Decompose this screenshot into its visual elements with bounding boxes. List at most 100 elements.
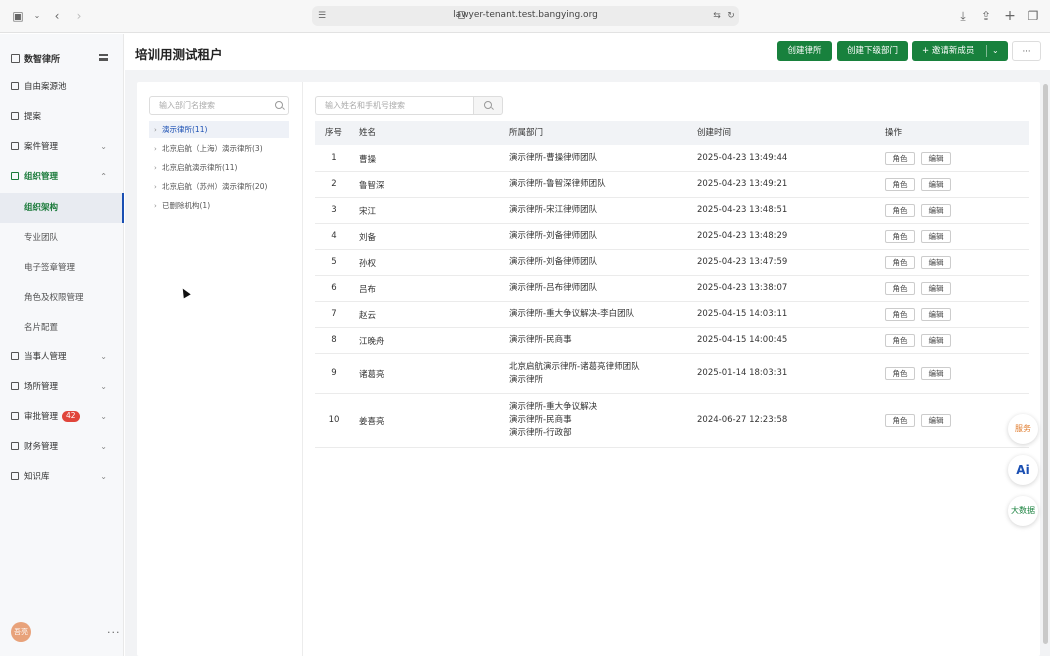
tree-item-shanghai[interactable]: › 北京启航（上海）演示律所(3) [149,140,289,157]
edit-button[interactable]: 编辑 [921,282,951,295]
col-header-index: 序号 [325,128,343,138]
sidebar-item-approval[interactable]: 审批管理 42 ⌄ [0,403,123,431]
role-button[interactable]: 角色 [885,334,915,347]
department-line: 北京启航演示律所-诸葛亮律师团队 [509,362,640,372]
col-header-name[interactable]: 姓名 [359,121,376,145]
big-data-float-button[interactable]: 大数据 [1008,496,1038,526]
chevron-right-icon[interactable]: › [154,198,162,215]
address-bar[interactable]: ☰ lawyer-tenant.test.bangying.org ⇆ ↻ [312,6,739,26]
sidebar-item-label: 财务管理 [24,442,59,452]
forward-icon[interactable]: › [72,9,86,23]
cases-icon [11,142,19,150]
edit-button[interactable]: 编辑 [921,204,951,217]
chevron-right-icon[interactable]: › [154,160,162,177]
edit-button[interactable]: 编辑 [921,256,951,269]
divider [302,82,303,656]
role-button[interactable]: 角色 [885,414,915,427]
role-button[interactable]: 角色 [885,367,915,380]
col-header-created[interactable]: 创建时间 [697,121,731,145]
role-button[interactable]: 角色 [885,152,915,165]
ai-float-button[interactable]: Ai [1008,455,1038,485]
edit-button[interactable]: 编辑 [921,334,951,347]
sidebar-subitem-roles[interactable]: 角色及权限管理 [0,283,124,313]
row-created-time: 2025-04-23 13:47:59 [697,257,788,267]
home-icon [11,54,20,63]
role-button[interactable]: 角色 [885,256,915,269]
table-row: 1 曹操 演示律所-曹操律师团队 2025-04-23 13:49:44 角色 编辑 [315,146,1029,172]
department-line: 演示律所-民商事 [509,335,572,345]
chevron-down-icon[interactable]: ⌄ [992,41,999,61]
create-sub-dept-button[interactable]: 创建下级部门 [837,41,908,61]
role-button[interactable]: 角色 [885,204,915,217]
sidebar-toggle-icon[interactable]: ▣ [11,9,25,23]
case-pool-icon [11,82,19,90]
chevron-down-icon: ⌄ [100,472,107,481]
row-name: 姜喜亮 [359,417,385,427]
share-icon[interactable]: ⇪ [979,9,993,23]
reload-icon[interactable]: ↻ [724,9,738,23]
sidebar-item-cases[interactable]: 案件管理 ⌄ [0,133,123,161]
role-button[interactable]: 角色 [885,230,915,243]
edit-button[interactable]: 编辑 [921,414,951,427]
edit-button[interactable]: 编辑 [921,178,951,191]
sidebar-item-knowledge[interactable]: 知识库 ⌄ [0,463,123,491]
sidebar-item-proposal[interactable]: 提案 [0,103,123,131]
search-icon[interactable] [275,101,283,109]
edit-button[interactable]: 编辑 [921,152,951,165]
row-department: 北京启航演示律所-诸葛亮律师团队 演示律所 [509,361,640,387]
new-tab-icon[interactable]: + [1003,9,1017,23]
tree-item-deleted[interactable]: › 已删除机构(1) [149,197,289,214]
chevron-right-icon[interactable]: › [154,179,162,196]
sidebar-subitem-structure[interactable]: 组织架构 [0,193,124,223]
create-firm-button[interactable]: 创建律所 [777,41,832,61]
sidebar-subitem-teams[interactable]: 专业团队 [0,223,124,253]
menu-collapse-icon[interactable] [99,54,108,61]
tabs-overview-icon[interactable]: ❐ [1026,9,1040,23]
department-line: 演示律所-重大争议解决 [509,402,598,412]
chevron-right-icon[interactable]: › [154,141,162,158]
edit-button[interactable]: 编辑 [921,367,951,380]
invite-member-button[interactable]: + 邀请新成员 ⌄ [912,41,1008,61]
service-float-button[interactable]: 服务 [1008,414,1038,444]
edit-button[interactable]: 编辑 [921,230,951,243]
chevron-down-icon[interactable]: ⌄ [30,9,44,23]
row-name: 鲁智深 [359,181,385,191]
translate-icon[interactable]: ⇆ [710,9,724,23]
member-search-field[interactable] [315,96,474,115]
chevron-right-icon[interactable]: › [154,122,162,139]
dept-search-input[interactable] [159,97,277,114]
sidebar-item-label: 场所管理 [24,382,59,392]
tree-item-beijing[interactable]: › 北京启航演示律所(11) [149,159,289,176]
sidebar-item-venues[interactable]: 场所管理 ⌄ [0,373,123,401]
row-index: 8 [331,335,337,345]
sidebar-item-organization[interactable]: 组织管理 ⌃ [0,163,123,191]
download-icon[interactable]: ⤓ [956,9,970,23]
sidebar-item-finance[interactable]: 财务管理 ⌄ [0,433,123,461]
row-index: 5 [331,257,337,267]
sidebar-subitem-cards[interactable]: 名片配置 [0,313,124,343]
dept-search-field[interactable] [149,96,289,115]
back-icon[interactable]: ‹ [50,9,64,23]
more-actions-button[interactable]: ··· [1012,41,1041,61]
member-search-input[interactable] [325,97,470,114]
brand[interactable]: 数智律所 [11,52,60,65]
sidebar-item-clients[interactable]: 当事人管理 ⌄ [0,343,123,371]
scrollbar[interactable] [1043,84,1048,644]
tree-item-suzhou[interactable]: › 北京启航（苏州）演示律所(20) [149,178,289,195]
tree-item-demo-firm[interactable]: › 演示律所(11) [149,121,289,138]
avatar[interactable]: 吾亮 [11,622,31,642]
sidebar-item-label: 组织管理 [24,172,59,182]
more-icon[interactable]: ··· [107,626,121,639]
member-search-button[interactable] [473,96,503,115]
row-created-time: 2025-04-23 13:49:44 [697,153,788,163]
approval-icon [11,412,19,420]
role-button[interactable]: 角色 [885,178,915,191]
role-button[interactable]: 角色 [885,282,915,295]
sidebar-item-case-pool[interactable]: 自由案源池 [0,73,123,101]
row-created-time: 2025-01-14 18:03:31 [697,368,788,378]
col-header-dept[interactable]: 所属部门 [509,121,543,145]
edit-button[interactable]: 编辑 [921,308,951,321]
role-button[interactable]: 角色 [885,308,915,321]
sidebar-subitem-esign[interactable]: 电子签章管理 [0,253,124,283]
row-created-time: 2025-04-23 13:49:21 [697,179,788,189]
